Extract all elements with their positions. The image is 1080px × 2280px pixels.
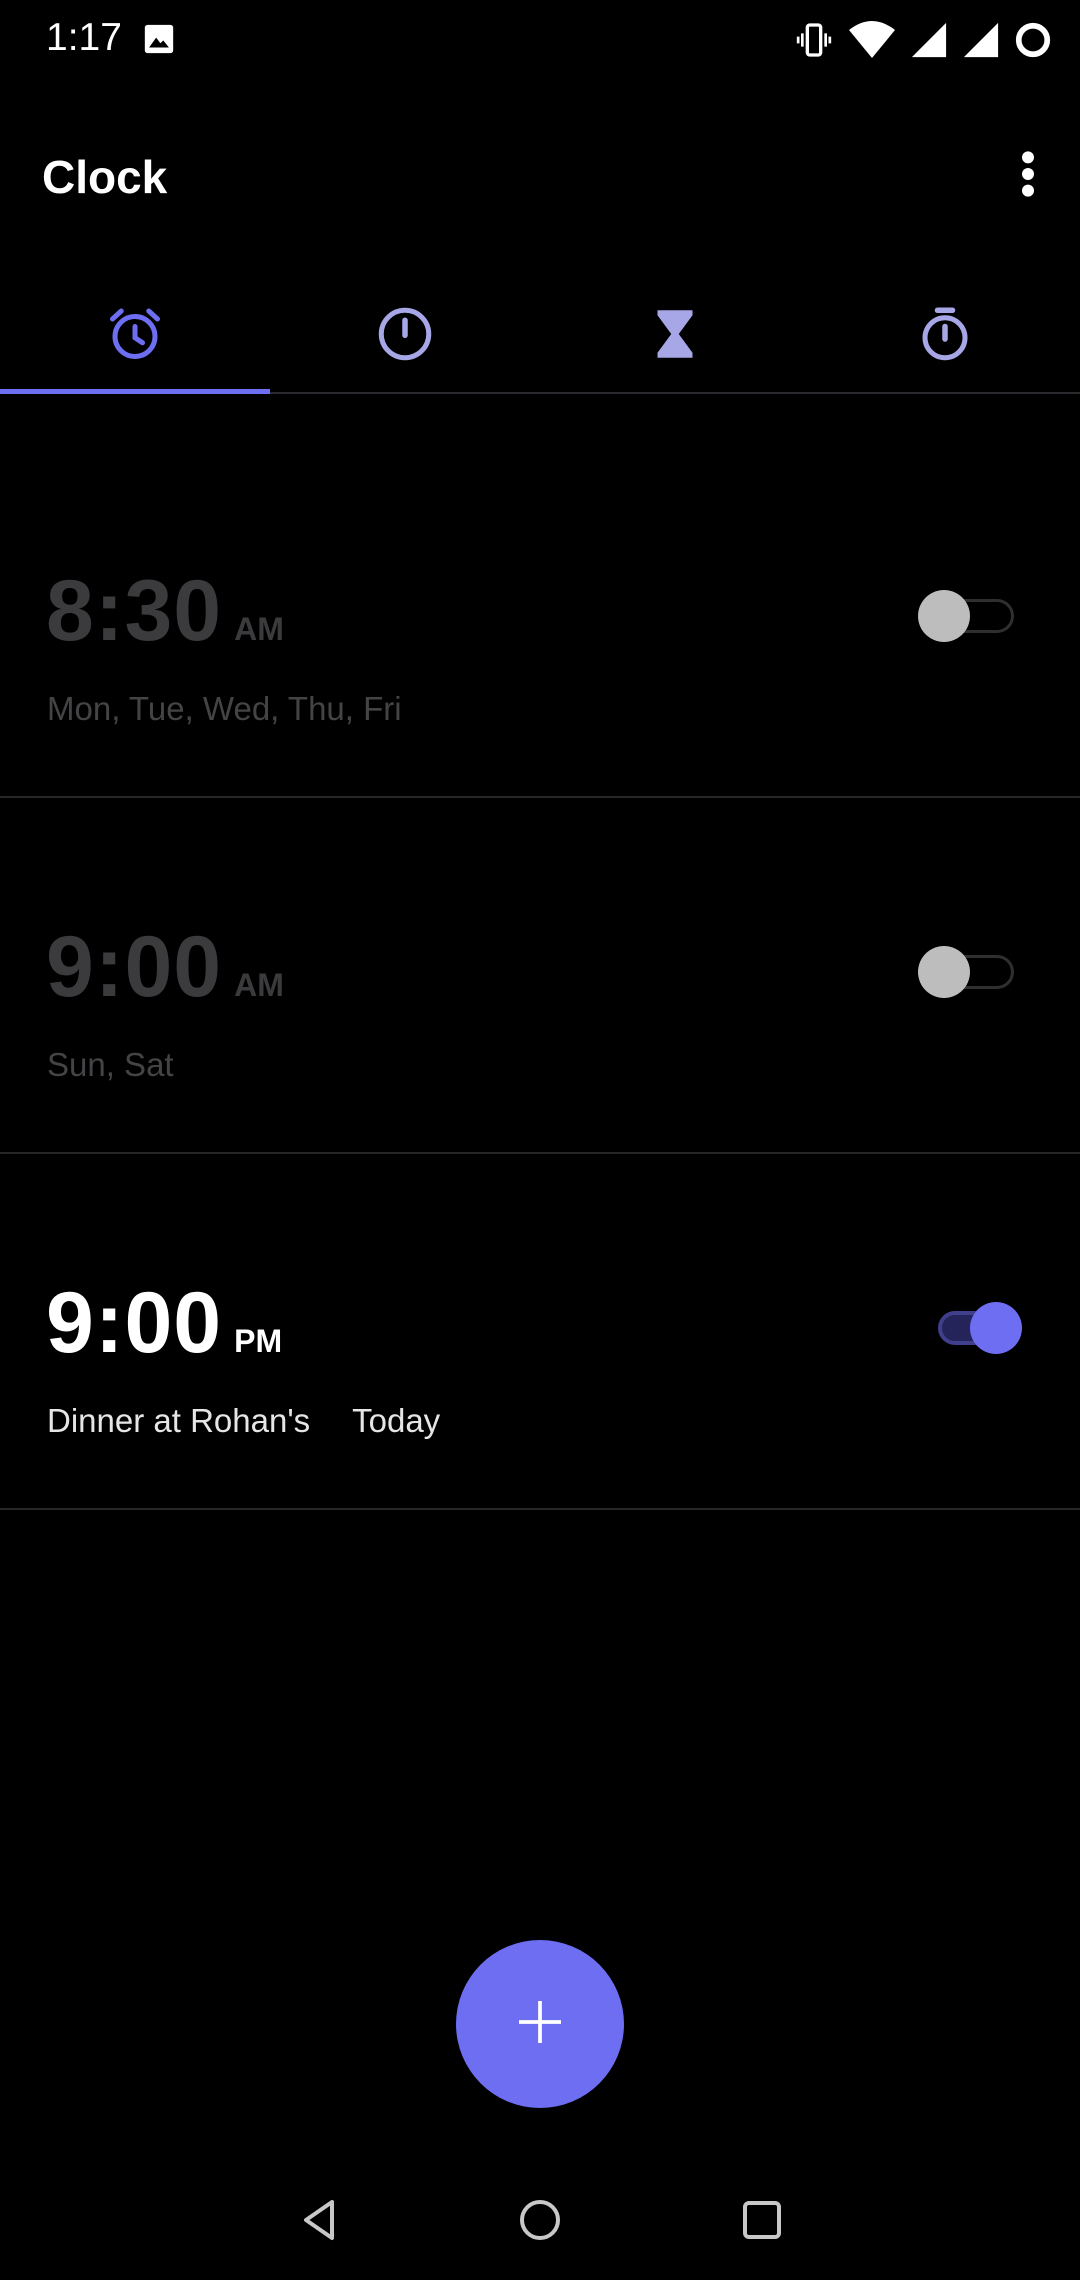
- toggle-thumb: [918, 590, 970, 642]
- alarm-label[interactable]: Dinner at Rohan's: [47, 1402, 310, 1440]
- alarm-repeat-days: Mon, Tue, Wed, Thu, Fri: [47, 690, 402, 727]
- toggle-thumb: [918, 946, 970, 998]
- stopwatch-icon: [915, 304, 975, 369]
- plus-icon: [512, 1994, 568, 2055]
- alarm-time-value: 8:30: [46, 563, 223, 659]
- alarm-details: Sun, Sat: [47, 1046, 174, 1084]
- recents-icon: [738, 2196, 786, 2249]
- clock-icon: [375, 304, 435, 369]
- toggle-thumb: [970, 1302, 1022, 1354]
- alarm-row[interactable]: 9:00 PM Dinner at Rohan's Today: [0, 1154, 1080, 1510]
- alarm-time-value: 9:00: [46, 919, 223, 1015]
- alarm-repeat-days: Sun, Sat: [47, 1046, 174, 1083]
- vibrate-icon: [794, 20, 834, 60]
- alarm-ampm: AM: [234, 611, 284, 647]
- home-icon: [516, 2196, 564, 2249]
- tab-bar: [0, 280, 1080, 394]
- alarm-toggle[interactable]: [916, 944, 1026, 1000]
- alarm-row[interactable]: 9:00 AM Sun, Sat: [0, 798, 1080, 1154]
- alarm-ampm: AM: [234, 967, 284, 1003]
- battery-ring-icon: [1014, 21, 1052, 59]
- recents-button[interactable]: [730, 2190, 794, 2254]
- alarm-toggle[interactable]: [916, 1300, 1026, 1356]
- home-button[interactable]: [508, 2190, 572, 2254]
- page-title: Clock: [42, 151, 168, 203]
- alarm-toggle[interactable]: [916, 588, 1026, 644]
- cell-signal-icon: [962, 21, 1000, 59]
- app-bar: Clock: [0, 130, 1080, 220]
- alarm-time[interactable]: 9:00 PM: [46, 1274, 282, 1373]
- back-button[interactable]: [288, 2190, 352, 2254]
- status-icons: [794, 18, 1052, 62]
- tab-timer[interactable]: [540, 280, 810, 392]
- selected-tab-indicator: [0, 389, 270, 394]
- clock-app-screen: 1:17 Clock 8:30 AM Mon, Tue, Wed, Thu, F…: [0, 0, 1080, 2280]
- alarm-row[interactable]: 8:30 AM Mon, Tue, Wed, Thu, Fri: [0, 442, 1080, 798]
- photo-icon: [142, 22, 176, 56]
- alarm-time-value: 9:00: [46, 1275, 223, 1371]
- status-bar: 1:17: [0, 0, 1080, 80]
- hourglass-icon: [645, 304, 705, 369]
- more-options-button[interactable]: [1000, 148, 1056, 204]
- system-navigation-bar: [0, 2160, 1080, 2280]
- tab-stopwatch[interactable]: [810, 280, 1080, 392]
- alarm-time[interactable]: 9:00 AM: [46, 918, 284, 1017]
- back-icon: [296, 2196, 344, 2249]
- alarm-details: Mon, Tue, Wed, Thu, Fri: [47, 690, 402, 728]
- tab-clock[interactable]: [270, 280, 540, 392]
- alarm-details: Dinner at Rohan's Today: [47, 1402, 440, 1440]
- more-vert-icon: [1018, 149, 1038, 204]
- alarm-repeat-days: Today: [352, 1402, 441, 1439]
- tab-alarm[interactable]: [0, 280, 270, 392]
- alarm-time[interactable]: 8:30 AM: [46, 562, 284, 661]
- status-time: 1:17: [46, 16, 122, 59]
- wifi-icon: [848, 20, 896, 60]
- alarm-ampm: PM: [234, 1323, 283, 1359]
- add-alarm-button[interactable]: [456, 1940, 624, 2108]
- cell-signal-icon: [910, 21, 948, 59]
- alarm-clock-icon: [105, 304, 165, 369]
